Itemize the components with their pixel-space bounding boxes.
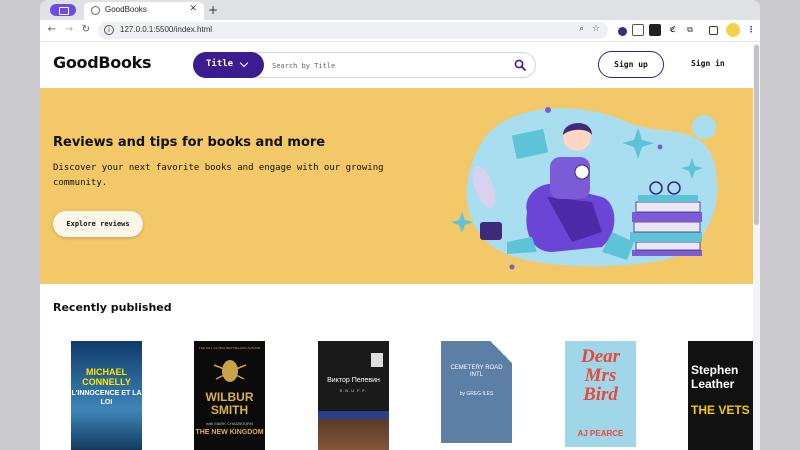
- menu-icon[interactable]: ⋮: [745, 24, 757, 36]
- book-cover[interactable]: MICHAEL CONNELLY L'INNOCENCE ET LA LOI: [71, 341, 142, 450]
- site-info-icon[interactable]: i: [104, 25, 114, 35]
- new-tab-icon[interactable]: +: [208, 3, 218, 17]
- extension-icon[interactable]: ℭ: [667, 24, 679, 36]
- search-bar: Title: [193, 52, 536, 78]
- explore-reviews-button[interactable]: Explore reviews: [53, 211, 143, 237]
- tab-strip: GoodBooks ✕ +: [40, 0, 760, 20]
- book-title: CEMETERY ROAD INTL: [450, 365, 503, 378]
- book-title: THE NEW KINGDOM: [195, 429, 264, 436]
- book-cover[interactable]: Виктор Пелевин S.N.U.F.F.: [318, 341, 389, 450]
- book-cover[interactable]: CEMETERY ROAD INTL by GREG ILES: [441, 341, 512, 443]
- sign-in-link[interactable]: Sign in: [691, 59, 725, 68]
- zoom-icon[interactable]: ⌕: [579, 24, 584, 34]
- book-tagline: THE NO.1 GLOBAL BESTSELLING AUTHOR: [198, 346, 261, 350]
- search-type-label: Title: [206, 59, 234, 69]
- tab-goodbooks[interactable]: GoodBooks ✕: [84, 2, 204, 20]
- hero-banner: Reviews and tips for books and more Disc…: [40, 88, 753, 284]
- book-cover[interactable]: Stephen Leather THE VETS: [688, 341, 753, 450]
- sign-up-button[interactable]: Sign up: [598, 51, 664, 78]
- cover-band: [318, 411, 389, 419]
- address-url: 127.0.0.1:5500/index.html: [120, 25, 213, 34]
- browser-profile-icon[interactable]: [50, 4, 76, 16]
- site-logo[interactable]: GoodBooks: [53, 53, 152, 72]
- book-author: MICHAEL CONNELLY: [82, 367, 131, 387]
- author-photo: [371, 353, 383, 367]
- scarab-icon: [213, 360, 247, 382]
- reload-icon[interactable]: ↻: [79, 23, 93, 37]
- extension-icon[interactable]: [618, 27, 627, 36]
- search-icon[interactable]: [514, 59, 526, 71]
- page-content: GoodBooks Title Sign up Sign in Reviews …: [40, 43, 753, 450]
- sidebar-icon[interactable]: [709, 26, 718, 35]
- forward-icon[interactable]: →: [62, 23, 76, 37]
- hero-title: Reviews and tips for books and more: [53, 135, 326, 150]
- chevron-down-icon: [239, 58, 249, 68]
- book-title: Dear Mrs Bird: [580, 346, 621, 405]
- cover-corner: [490, 341, 512, 363]
- back-icon[interactable]: ←: [45, 23, 59, 37]
- browser-window: GoodBooks ✕ + ← → ↻ i 127.0.0.1:5500/ind…: [40, 0, 760, 450]
- search-input[interactable]: [272, 58, 502, 73]
- tab-title: GoodBooks: [105, 5, 147, 14]
- book-cover[interactable]: Dear Mrs Bird AJ PEARCE: [565, 341, 636, 447]
- browser-toolbar: ← → ↻ i 127.0.0.1:5500/index.html ⌕ ☆ ℭ …: [40, 20, 760, 42]
- book-author: Stephen Leather: [691, 363, 739, 391]
- book-title: L'INNOCENCE ET LA LOI: [71, 390, 142, 406]
- book-title: THE VETS: [691, 403, 750, 417]
- book-cover[interactable]: THE NO.1 GLOBAL BESTSELLING AUTHOR WILBU…: [194, 341, 265, 450]
- book-title: S.N.U.F.F.: [339, 388, 368, 393]
- extension-icon[interactable]: [649, 24, 661, 36]
- bookmark-star-icon[interactable]: ☆: [592, 24, 600, 34]
- book-author: AJ PEARCE: [577, 429, 624, 438]
- hero-illustration: [452, 107, 718, 270]
- page-scrollbar[interactable]: [753, 43, 760, 450]
- cover-art: [318, 419, 389, 450]
- recently-published-heading: Recently published: [53, 301, 172, 314]
- address-bar[interactable]: i 127.0.0.1:5500/index.html ⌕ ☆: [98, 22, 608, 39]
- puzzle-icon[interactable]: ⧉: [684, 24, 696, 36]
- avatar-icon[interactable]: [726, 23, 740, 37]
- extension-icon[interactable]: [632, 24, 644, 36]
- search-type-select[interactable]: Title: [193, 52, 264, 78]
- hero-description: Discover your next favorite books and en…: [53, 163, 384, 188]
- close-icon[interactable]: ✕: [189, 4, 197, 14]
- book-author: by GREG ILES: [459, 391, 494, 397]
- book-coauthor: with MARK CHADBOURN: [206, 421, 253, 426]
- scrollbar-thumb[interactable]: [754, 45, 759, 225]
- favicon-icon: [91, 6, 100, 15]
- book-author: Виктор Пелевин: [327, 377, 380, 384]
- book-author: WILBUR SMITH: [205, 390, 254, 417]
